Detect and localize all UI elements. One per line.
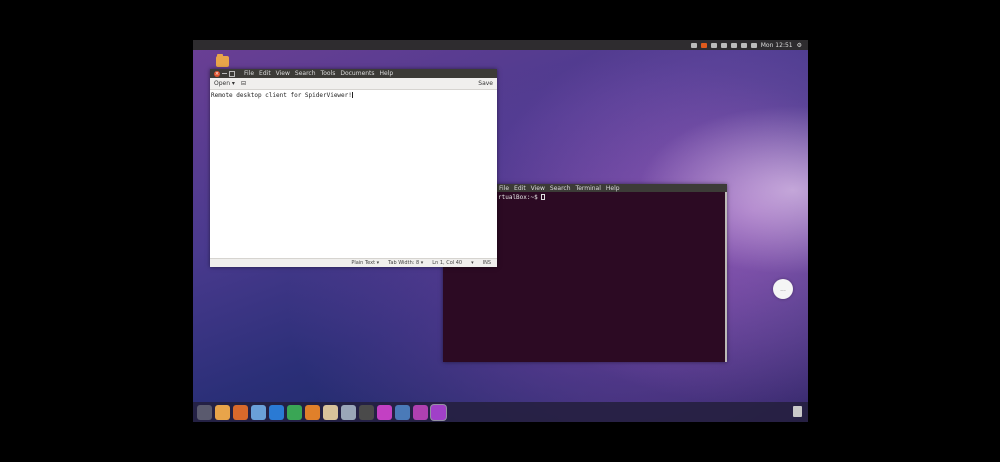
save-button[interactable]: Save bbox=[478, 80, 493, 87]
battery-icon[interactable] bbox=[690, 42, 697, 48]
terminal-scrollbar[interactable] bbox=[725, 192, 727, 362]
network-icon[interactable] bbox=[730, 42, 737, 48]
editor-statusbar: Plain Text ▾ Tab Width: 8 ▾ Ln 1, Col 40… bbox=[210, 258, 497, 267]
share-icon[interactable] bbox=[700, 42, 707, 48]
system-settings-icon[interactable] bbox=[341, 404, 356, 420]
software-center-icon[interactable] bbox=[323, 404, 338, 420]
prompt-text: rtualBox:~$ bbox=[498, 194, 542, 201]
open-button[interactable]: Open ▾ bbox=[214, 80, 235, 87]
menu-tools[interactable]: Tools bbox=[321, 70, 336, 77]
close-icon[interactable]: × bbox=[214, 70, 220, 77]
writer-icon[interactable] bbox=[269, 404, 284, 420]
terminal-menu-terminal[interactable]: Terminal bbox=[576, 185, 601, 192]
volume-icon[interactable] bbox=[750, 42, 757, 48]
menu-documents[interactable]: Documents bbox=[340, 70, 374, 77]
editor-text-area[interactable]: Remote desktop client for SpiderViewer! bbox=[210, 90, 497, 256]
editor-toolbar: Open ▾ ⊟ Save bbox=[210, 78, 497, 90]
tab-width-selector[interactable]: Tab Width: 8 ▾ bbox=[388, 260, 423, 266]
menu-file[interactable]: File bbox=[244, 70, 254, 77]
desktop: Mon 12:51 ⚙ File Edit View Search Termin… bbox=[193, 40, 808, 422]
pin-icon[interactable]: ⊟ bbox=[241, 80, 246, 87]
terminal-menu-search[interactable]: Search bbox=[550, 185, 571, 192]
settings-gear-icon[interactable]: ⚙ bbox=[797, 42, 802, 49]
terminal-menu-view[interactable]: View bbox=[531, 185, 545, 192]
mail-icon[interactable] bbox=[710, 42, 717, 48]
terminal-icon[interactable] bbox=[359, 404, 374, 420]
screen-icon[interactable] bbox=[413, 404, 428, 420]
mode-dropdown[interactable]: ▾ bbox=[471, 260, 474, 266]
editor-menubar: × File Edit View Search Tools Documents … bbox=[210, 69, 497, 78]
launcher-dock bbox=[193, 402, 808, 422]
text-editor-icon[interactable] bbox=[395, 404, 410, 420]
dash-icon[interactable] bbox=[197, 404, 212, 420]
menu-edit[interactable]: Edit bbox=[259, 70, 271, 77]
floating-menu-button[interactable]: ... bbox=[773, 279, 793, 299]
insert-mode: INS bbox=[482, 260, 491, 266]
menu-help[interactable]: Help bbox=[380, 70, 394, 77]
clock[interactable]: Mon 12:51 bbox=[761, 42, 793, 49]
calc-icon[interactable] bbox=[287, 404, 302, 420]
keyboard-icon[interactable] bbox=[720, 42, 727, 48]
remote-viewer-icon[interactable] bbox=[377, 404, 392, 420]
trash-icon[interactable] bbox=[793, 406, 802, 417]
syntax-selector[interactable]: Plain Text ▾ bbox=[351, 260, 379, 266]
terminal-menu-edit[interactable]: Edit bbox=[514, 185, 526, 192]
impress-icon[interactable] bbox=[305, 404, 320, 420]
minimize-icon[interactable] bbox=[222, 73, 227, 74]
text-editor-window[interactable]: × File Edit View Search Tools Documents … bbox=[210, 69, 497, 267]
pen-tool-icon[interactable] bbox=[431, 404, 446, 420]
menu-view[interactable]: View bbox=[276, 70, 290, 77]
firefox-icon[interactable] bbox=[233, 404, 248, 420]
terminal-cursor bbox=[541, 194, 546, 200]
top-panel: Mon 12:51 ⚙ bbox=[193, 40, 808, 50]
home-folder-icon[interactable] bbox=[216, 54, 229, 67]
menu-search[interactable]: Search bbox=[295, 70, 316, 77]
terminal-menu-help[interactable]: Help bbox=[606, 185, 620, 192]
terminal-menu-file[interactable]: File bbox=[499, 185, 509, 192]
cursor-position: Ln 1, Col 40 bbox=[432, 260, 463, 266]
chromium-icon[interactable] bbox=[251, 404, 266, 420]
editor-content: Remote desktop client for SpiderViewer! bbox=[211, 92, 352, 99]
text-cursor bbox=[351, 92, 353, 98]
bluetooth-icon[interactable] bbox=[740, 42, 747, 48]
maximize-icon[interactable] bbox=[229, 70, 235, 77]
files-icon[interactable] bbox=[215, 404, 230, 420]
window-controls: × bbox=[214, 70, 235, 77]
